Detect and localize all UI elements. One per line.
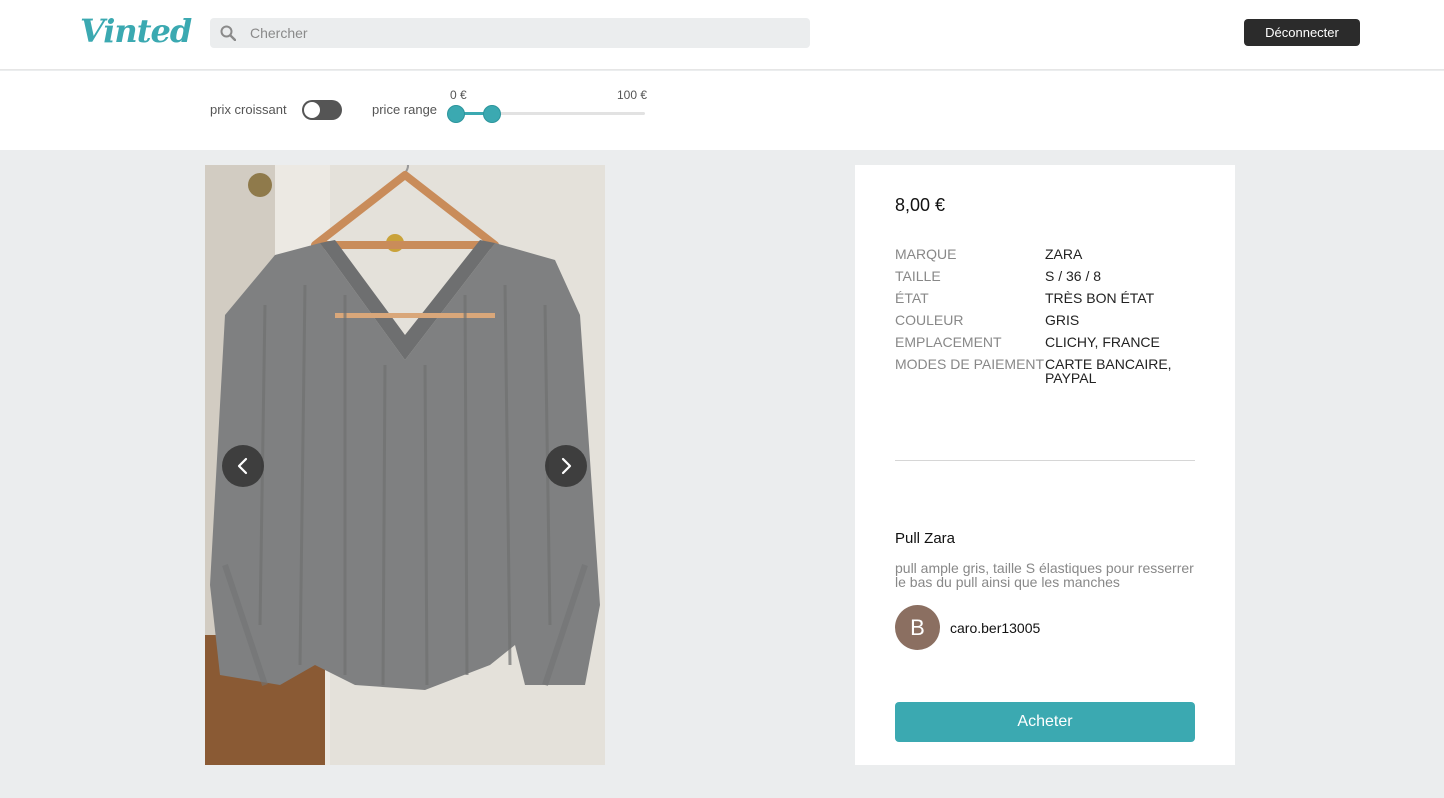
product-description: pull ample gris, taille S élastiques pou… — [895, 560, 1194, 590]
spec-key: MARQUE — [895, 246, 957, 262]
spec-key: COULEUR — [895, 312, 964, 328]
search-bar[interactable] — [210, 18, 810, 48]
divider — [895, 460, 1195, 461]
sort-ascending-toggle[interactable] — [302, 100, 342, 120]
spec-key: EMPLACEMENT — [895, 334, 1002, 350]
spec-key: ÉTAT — [895, 290, 929, 306]
spec-value: CARTE BANCAIRE, PAYPAL — [1045, 356, 1172, 386]
top-header: Vinted Déconnecter — [0, 0, 1444, 70]
chevron-right-icon — [561, 457, 572, 475]
vinted-logo[interactable]: Vinted — [80, 12, 192, 50]
price-max-value: 100 € — [617, 88, 648, 102]
spec-row: COULEUR GRIS — [895, 313, 1195, 327]
spec-key: TAILLE — [895, 268, 941, 284]
sort-label: prix croissant — [210, 102, 287, 117]
product-photo — [205, 165, 605, 765]
spec-row: ÉTAT TRÈS BON ÉTAT — [895, 291, 1195, 305]
search-icon — [220, 25, 236, 41]
price-min-handle[interactable] — [447, 105, 465, 123]
toggle-knob — [304, 102, 320, 118]
spec-value: S / 36 / 8 — [1045, 268, 1102, 284]
spec-value: GRIS — [1045, 312, 1080, 328]
product-specs: MARQUE ZARA TAILLE S / 36 / 8 ÉTAT TRÈS … — [895, 247, 1195, 393]
spec-value: TRÈS BON ÉTAT — [1045, 290, 1155, 306]
buy-button[interactable]: Acheter — [895, 702, 1195, 742]
next-photo-button[interactable] — [545, 445, 587, 487]
seller-username[interactable]: caro.ber13005 — [950, 620, 1040, 636]
product-title: Pull Zara — [895, 530, 956, 547]
spec-row: MODES DE PAIEMENT CARTE BANCAIRE, PAYPAL — [895, 357, 1195, 385]
price-min-value: 0 € — [450, 88, 467, 102]
search-input[interactable] — [250, 18, 800, 48]
spec-row: TAILLE S / 36 / 8 — [895, 269, 1195, 283]
product-details-card: 8,00 € MARQUE ZARA TAILLE S / 36 / 8 ÉTA… — [855, 165, 1235, 765]
chevron-left-icon — [237, 457, 248, 475]
spec-value: CLICHY, FRANCE — [1045, 334, 1160, 350]
product-price: 8,00 € — [895, 195, 946, 215]
spec-row: MARQUE ZARA — [895, 247, 1195, 261]
prev-photo-button[interactable] — [222, 445, 264, 487]
spec-key: MODES DE PAIEMENT — [895, 356, 1045, 372]
price-max-handle[interactable] — [483, 105, 501, 123]
spec-value: ZARA — [1045, 246, 1083, 262]
filters-bar: prix croissant price range 0 € 100 € — [0, 71, 1444, 150]
spec-row: EMPLACEMENT CLICHY, FRANCE — [895, 335, 1195, 349]
seller-avatar[interactable]: B — [895, 605, 940, 650]
logout-button[interactable]: Déconnecter — [1244, 19, 1360, 46]
price-range-label: price range — [372, 102, 438, 117]
